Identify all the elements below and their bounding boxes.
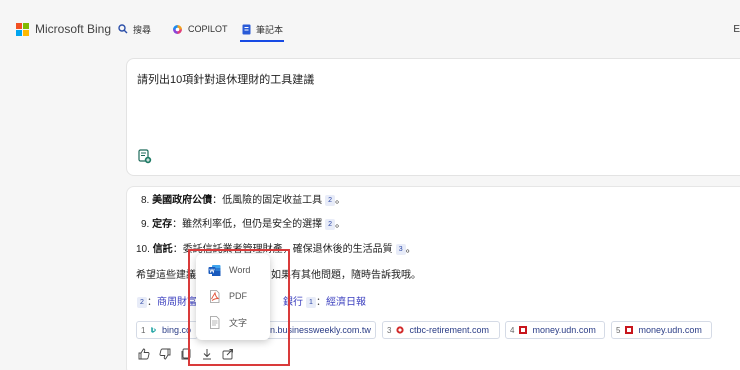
top-header: Microsoft Bing 搜尋 COPILOT 筆記本 E	[0, 0, 740, 58]
item-end: 。	[335, 195, 346, 206]
item-end: 。	[335, 219, 346, 230]
source-text: ctbc-retirement.com	[409, 325, 489, 335]
source-chip[interactable]: 3 ctbc-retirement.com	[382, 321, 500, 339]
list-item: 9. 定存：雖然利率低，但仍是安全的選擇 2。	[141, 215, 345, 230]
source-chip[interactable]: 5 money.udn.com	[611, 321, 712, 339]
tab-search[interactable]: 搜尋	[118, 20, 151, 38]
list-item: 8. 美國政府公債：低風險的固定收益工具 2。	[141, 191, 345, 206]
tab-notebook[interactable]: 筆記本	[242, 20, 283, 38]
item-number: 10.	[136, 244, 150, 255]
ctbc-favicon-icon	[396, 326, 405, 334]
thumbs-down-icon[interactable]	[158, 347, 172, 361]
item-sep: ：	[172, 244, 183, 255]
citation-badge[interactable]: 3	[395, 244, 406, 255]
copilot-icon	[173, 24, 182, 34]
prompt-input-area[interactable]: 請列出10項針對退休理財的工具建議	[126, 58, 740, 176]
source-number: 1	[141, 325, 146, 335]
tab-search-label: 搜尋	[133, 24, 152, 35]
item-sep: ：	[212, 195, 223, 206]
item-number: 9.	[141, 219, 150, 230]
prompt-text[interactable]: 請列出10項針對退休理財的工具建議	[137, 71, 314, 87]
citation-badge[interactable]: 1	[306, 297, 316, 308]
source-chip[interactable]: 4 money.udn.com	[505, 321, 605, 339]
thumbs-up-icon[interactable]	[137, 347, 151, 361]
search-icon	[118, 24, 128, 34]
header-right-text[interactable]: E	[733, 24, 740, 35]
source-text: money.udn.com	[532, 325, 596, 335]
tab-notebook-label: 筆記本	[256, 24, 284, 35]
item-sep: ：	[172, 219, 183, 230]
item-text: 低風險的固定收益工具	[222, 195, 323, 206]
tab-copilot[interactable]: COPILOT	[172, 20, 228, 38]
notebook-icon	[242, 24, 251, 34]
bing-logo[interactable]: Microsoft Bing	[16, 22, 111, 36]
source-number: 3	[387, 325, 392, 335]
citation-badge[interactable]: 2	[325, 219, 336, 230]
closing-text-left: 希望這些建議	[136, 270, 196, 281]
source-text: bing.co	[161, 325, 191, 335]
citation-badge[interactable]: 2	[325, 195, 336, 206]
item-end: 。	[405, 244, 416, 255]
source-text: money.udn.com	[638, 325, 702, 335]
item-term: 美國政府公債	[152, 195, 213, 206]
new-note-icon[interactable]	[138, 149, 152, 169]
logo-text: Microsoft Bing	[35, 22, 112, 36]
citation-badge[interactable]: 2	[137, 297, 147, 308]
item-text: 雖然利率低，但仍是安全的選擇	[182, 219, 323, 230]
item-number: 8.	[141, 195, 150, 206]
highlight-box	[188, 249, 290, 366]
source-number: 5	[616, 325, 621, 335]
active-tab-indicator	[240, 40, 284, 42]
closing-text-right: 如果有其他問題，隨時告訴我哦。	[271, 270, 421, 281]
item-term: 定存	[152, 219, 173, 230]
microsoft-logo-icon	[16, 22, 29, 36]
bing-favicon-icon	[151, 327, 157, 333]
learn-more-links-right: 銀行 1 ：經濟日報	[283, 297, 366, 308]
source-number: 4	[510, 325, 515, 335]
udn-favicon-icon	[519, 326, 528, 334]
tab-copilot-label: COPILOT	[188, 24, 228, 34]
item-term: 信託	[152, 244, 173, 255]
learn-more-link[interactable]: 經濟日報	[326, 297, 366, 308]
udn-favicon-icon	[625, 326, 634, 334]
